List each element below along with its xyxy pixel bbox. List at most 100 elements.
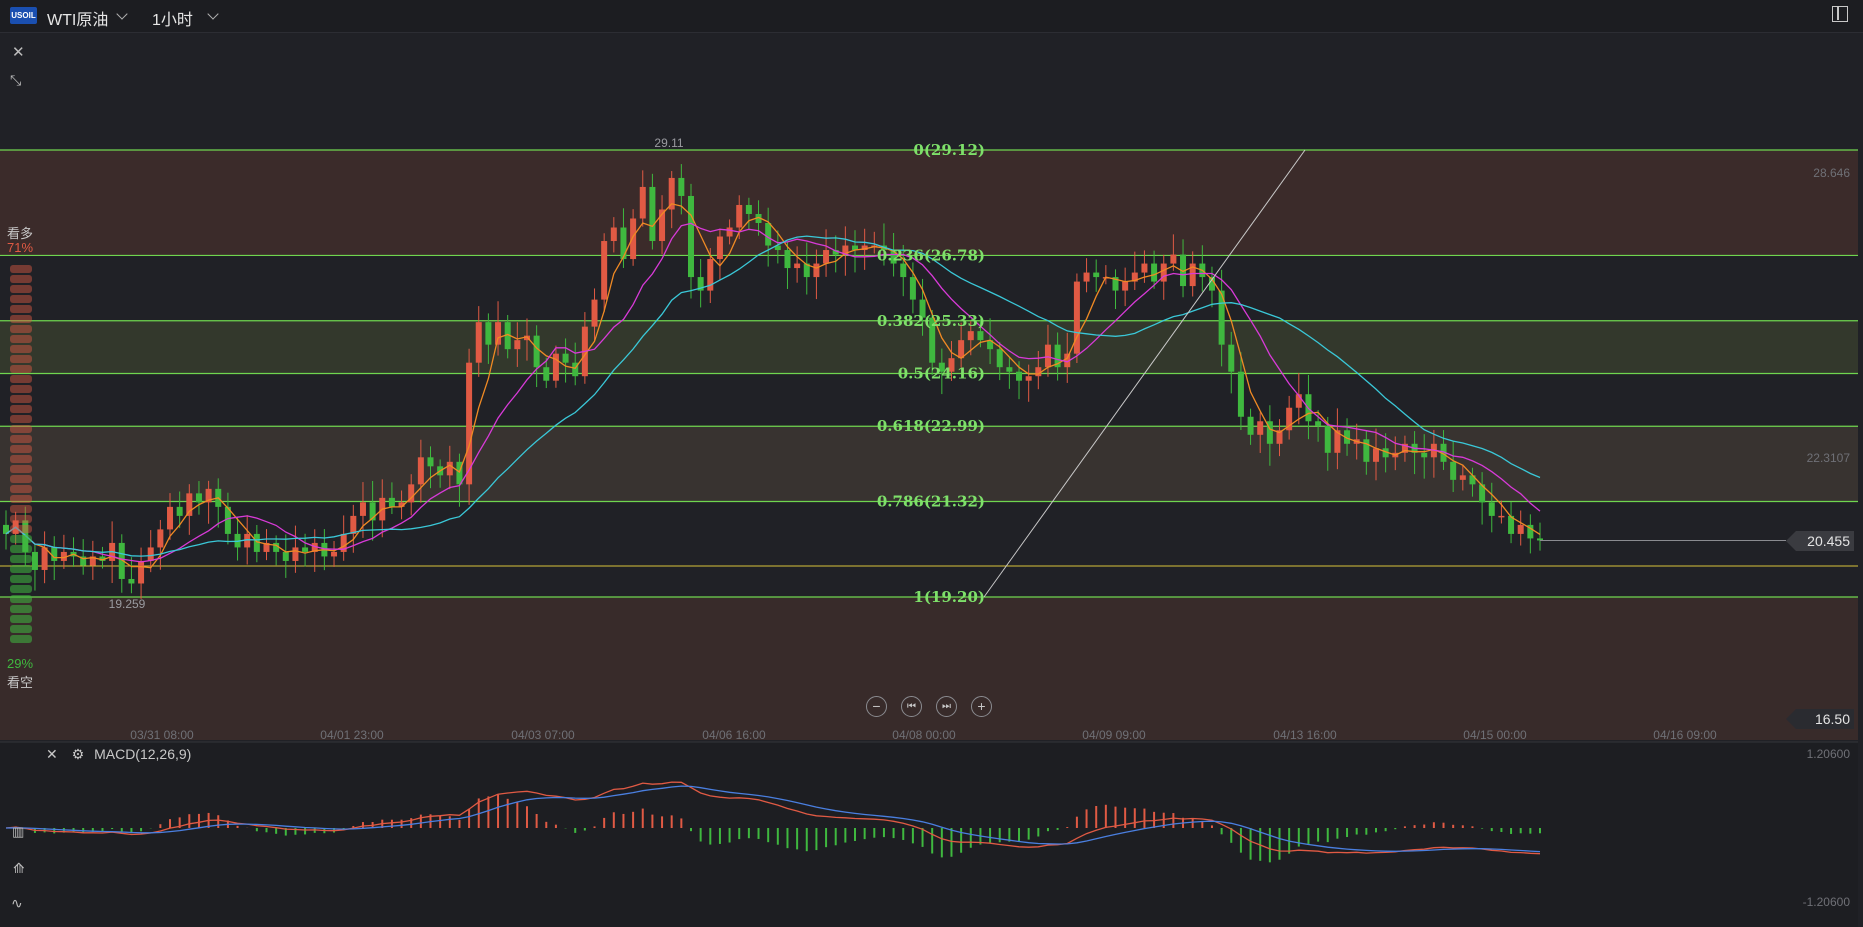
macd-x-tick-label: 04/03 07:00 xyxy=(511,912,575,926)
sentiment-segment xyxy=(10,375,32,383)
candle-body xyxy=(417,457,424,485)
candle-body xyxy=(1237,371,1244,417)
candle-body xyxy=(388,497,395,507)
candle-body xyxy=(331,551,338,557)
candle-body xyxy=(485,322,492,345)
zoom-out-button[interactable]: − xyxy=(866,696,887,717)
sentiment-segment xyxy=(10,485,32,493)
macd-header: ✕ ⚙ MACD(12,26,9) xyxy=(46,746,191,766)
macd-x-tick-label: 04/01 23:00 xyxy=(320,912,384,926)
sentiment-segment xyxy=(10,265,32,273)
candle-body xyxy=(687,195,694,278)
candle-body xyxy=(1016,371,1023,381)
macd-x-tick-label: 04/16 09:00 xyxy=(1653,912,1717,926)
x-tick-label: 04/13 16:00 xyxy=(1273,728,1337,740)
candle-body xyxy=(302,547,309,552)
sentiment-segment xyxy=(10,625,32,633)
candle-body xyxy=(639,186,646,219)
scroll-left-button[interactable]: ⏮ xyxy=(901,696,922,717)
candle-body xyxy=(1141,263,1148,273)
sentiment-segment xyxy=(10,585,32,593)
candle-body xyxy=(996,349,1003,368)
sentiment-segment xyxy=(10,615,32,623)
candle-body xyxy=(967,331,974,341)
zoom-in-button[interactable]: + xyxy=(971,696,992,717)
macd-x-tick-label: 04/06 16:00 xyxy=(702,912,766,926)
macd-x-tick-label: 04/15 00:00 xyxy=(1463,912,1527,926)
candle-body xyxy=(958,340,965,359)
sentiment-segment xyxy=(10,405,32,413)
fib-band xyxy=(0,150,1858,256)
chart-app: USOIL WTI原油 1小时 ✕ ⤡ 03/31 08:00 04/01 23:… xyxy=(0,0,1863,927)
sentiment-segment xyxy=(10,315,32,323)
candle-body xyxy=(726,227,733,237)
candle-body xyxy=(1170,254,1177,264)
sentiment-segment xyxy=(10,425,32,433)
candle-body xyxy=(900,263,907,278)
x-tick-label: 04/09 09:00 xyxy=(1082,728,1146,740)
sentiment-segment xyxy=(10,435,32,443)
candle-body xyxy=(1498,515,1505,518)
candle-body xyxy=(977,331,984,341)
x-tick-label: 04/01 23:00 xyxy=(320,728,384,740)
sentiment-segment xyxy=(10,285,32,293)
candle-body xyxy=(41,547,48,570)
candle-body xyxy=(591,299,598,327)
scroll-right-button[interactable]: ⏭ xyxy=(936,696,957,717)
close-icon[interactable]: ✕ xyxy=(46,746,58,762)
sentiment-segment xyxy=(10,455,32,463)
candle-body xyxy=(1257,421,1264,435)
sentiment-segment xyxy=(10,335,32,343)
sentiment-segment xyxy=(10,505,32,513)
candle-body xyxy=(716,236,723,260)
gear-icon[interactable]: ⚙ xyxy=(72,746,85,762)
candle-body xyxy=(736,204,743,228)
candle-body xyxy=(1006,367,1013,372)
candle-body xyxy=(1228,344,1235,372)
candle-body xyxy=(292,547,299,561)
candle-body xyxy=(1083,272,1090,282)
candle-body xyxy=(1459,475,1466,480)
candle-body xyxy=(1488,502,1495,516)
x-tick-label: 04/16 09:00 xyxy=(1653,728,1717,740)
candle-body xyxy=(909,277,916,300)
candle-body xyxy=(1247,416,1254,435)
indicator-icon[interactable]: ∿ xyxy=(11,895,23,912)
macd-x-tick-label: 04/08 00:00 xyxy=(892,912,956,926)
candle-body xyxy=(1324,425,1331,453)
candle-body xyxy=(51,547,58,561)
sentiment-segment xyxy=(10,465,32,473)
fib-label: 0.236(26.78) xyxy=(877,246,985,264)
candle-body xyxy=(167,506,174,530)
candle-body xyxy=(562,353,569,363)
candle-body xyxy=(475,322,482,363)
last-price-value: 20.455 xyxy=(1807,533,1850,549)
sentiment-segment xyxy=(10,305,32,313)
candle-body xyxy=(1093,272,1100,278)
sentiment-segment xyxy=(10,365,32,373)
fib-label: 0.786(21.32) xyxy=(877,492,985,510)
sentiment-segment xyxy=(10,325,32,333)
draw-tool-icon[interactable]: ⟰ xyxy=(13,860,25,877)
macd-panel-bg xyxy=(0,742,1858,927)
candle-body xyxy=(157,529,164,548)
candle-body xyxy=(765,222,772,246)
candle-body xyxy=(823,250,830,264)
candle-body xyxy=(138,560,145,584)
macd-x-tick-label: 04/13 16:00 xyxy=(1273,912,1337,926)
sentiment-segment xyxy=(10,415,32,423)
sentiment-segment xyxy=(10,395,32,403)
price-axis-bottom: 16.50 xyxy=(1814,711,1850,727)
sentiment-segment xyxy=(10,355,32,363)
candle-body xyxy=(495,322,502,345)
price-chart[interactable]: 03/31 08:00 04/01 23:00 04/03 07:00 04/06 1… xyxy=(0,0,1863,740)
macd-x-tick-label: 04/09 09:00 xyxy=(1082,912,1146,926)
candle-body xyxy=(620,227,627,260)
candle-body xyxy=(514,340,521,350)
x-tick-label: 04/15 00:00 xyxy=(1463,728,1527,740)
candle-body xyxy=(745,204,752,214)
candle-body xyxy=(446,461,453,476)
chart-type-icon[interactable]: ▥ xyxy=(12,824,24,840)
sentiment-segment xyxy=(10,445,32,453)
bull-percent: 71% xyxy=(7,240,34,255)
